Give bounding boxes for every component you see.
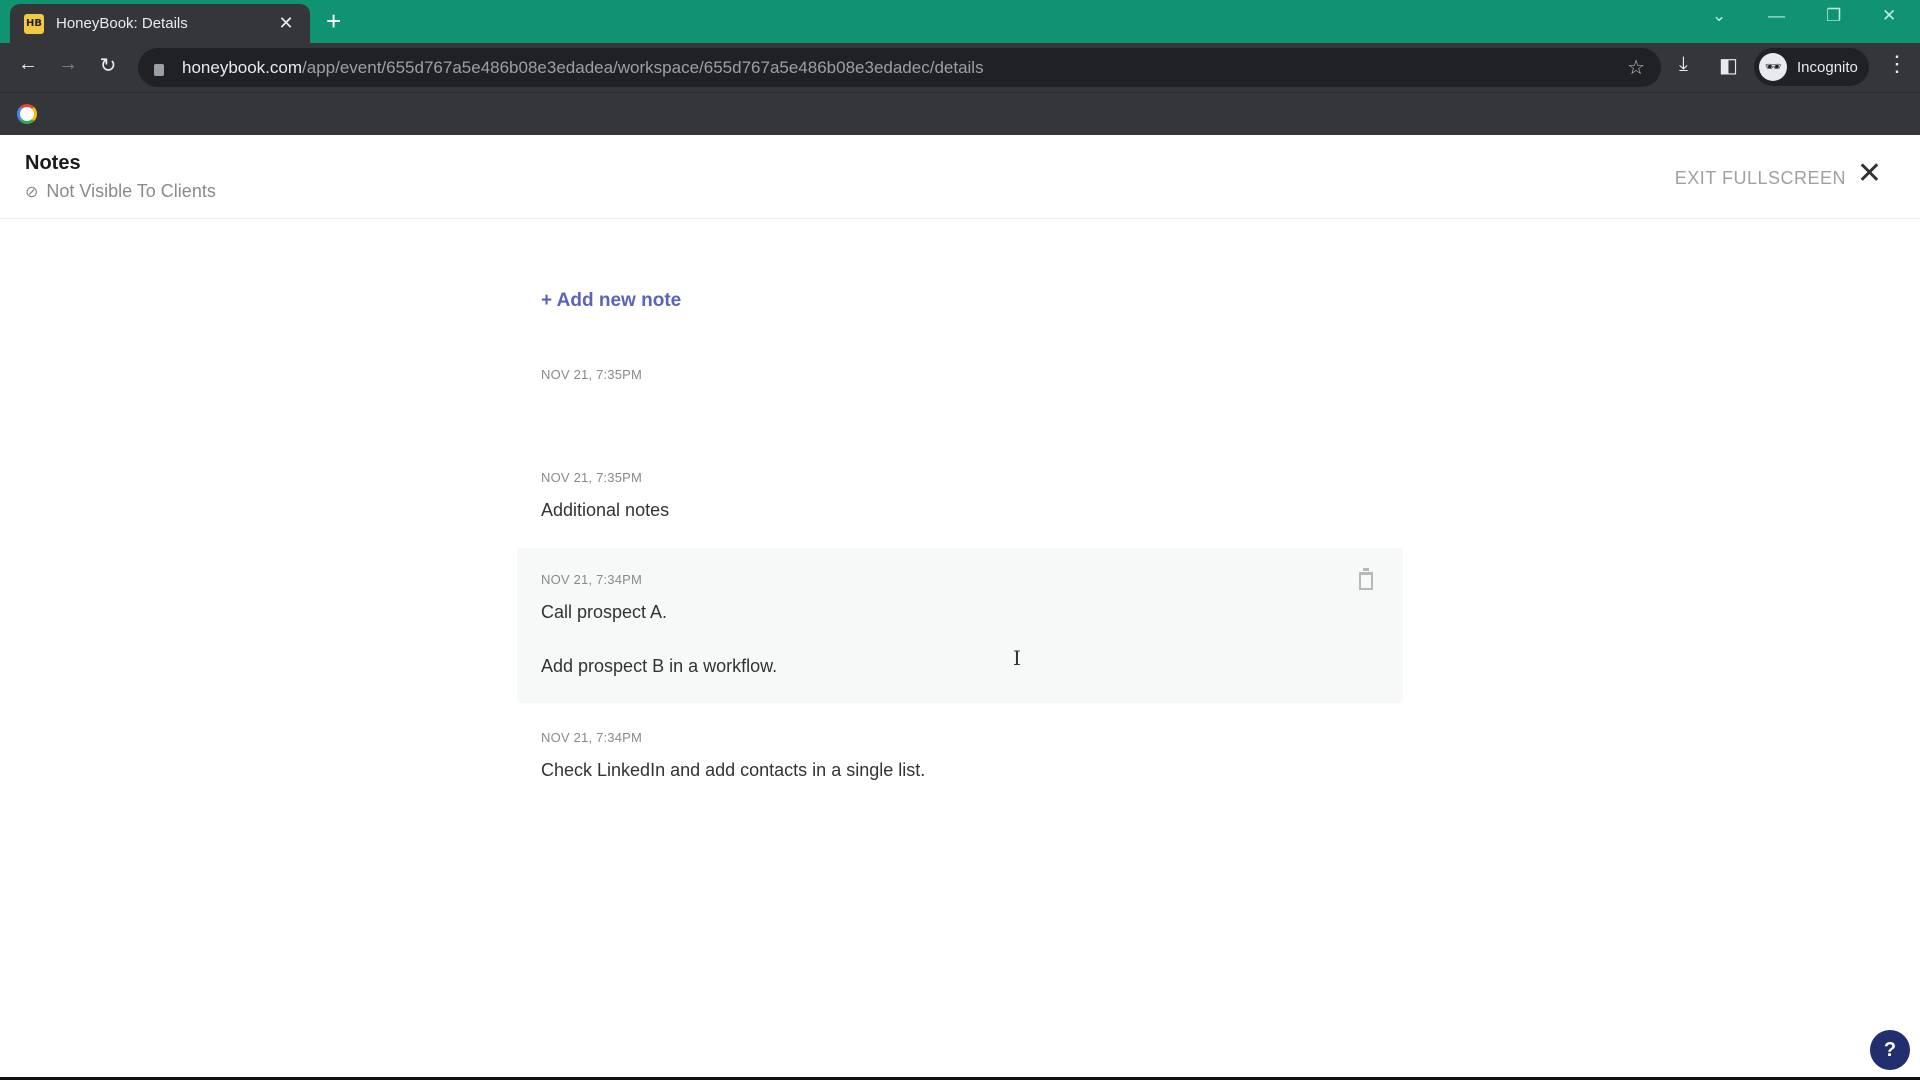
- exit-fullscreen-button[interactable]: EXIT FULLSCREEN: [1675, 168, 1846, 189]
- page-title: Notes: [25, 152, 81, 174]
- note-item[interactable]: NOV 21, 7:35PM: [517, 367, 1403, 394]
- note-date: NOV 21, 7:35PM: [541, 470, 643, 485]
- note-date: NOV 21, 7:34PM: [541, 572, 643, 587]
- note-text[interactable]: Check LinkedIn and add contacts in a sin…: [541, 757, 1379, 784]
- back-arrow-icon[interactable]: ←: [14, 53, 42, 76]
- note-text[interactable]: Call prospect A. Add prospect B in a wor…: [541, 599, 1379, 680]
- bookmarks-bar: [0, 92, 1920, 135]
- incognito-label: Incognito: [1797, 58, 1858, 76]
- url-path: /app/event/655d767a5e486b08e3edadea/work…: [302, 57, 984, 77]
- note-item[interactable]: NOV 21, 7:34PM Call prospect A. Add pros…: [517, 548, 1403, 703]
- address-bar[interactable]: honeybook.com/app/event/655d767a5e486b08…: [138, 48, 1661, 87]
- lock-icon[interactable]: [154, 63, 164, 76]
- window-close-icon[interactable]: ✕: [1882, 6, 1896, 26]
- visibility-status: ⊘ Not Visible To Clients: [25, 181, 216, 202]
- browser-tab[interactable]: HB HoneyBook: Details ✕: [10, 4, 310, 43]
- honeybook-favicon-icon: HB: [24, 13, 44, 34]
- bookmark-star-icon[interactable]: ☆: [1627, 55, 1645, 80]
- close-icon[interactable]: ✕: [1857, 159, 1882, 189]
- incognito-icon: 🕶: [1759, 53, 1787, 81]
- note-text[interactable]: Additional notes: [541, 497, 1379, 524]
- minimize-icon[interactable]: —: [1768, 6, 1785, 26]
- browser-tab-strip: HB HoneyBook: Details ✕ + ⌄ — ❐ ✕: [0, 0, 1920, 43]
- browser-toolbar: ← → ↻ honeybook.com/app/event/655d767a5e…: [0, 43, 1920, 92]
- eye-off-icon: ⊘: [25, 183, 39, 201]
- reload-icon[interactable]: ↻: [94, 53, 122, 78]
- add-new-note-button[interactable]: + Add new note: [541, 290, 681, 312]
- help-button[interactable]: ?: [1870, 1030, 1910, 1070]
- note-item[interactable]: NOV 21, 7:34PM Check LinkedIn and add co…: [517, 730, 1403, 784]
- side-panel-icon[interactable]: ◧: [1719, 53, 1738, 78]
- tab-title: HoneyBook: Details: [56, 15, 188, 32]
- note-item[interactable]: NOV 21, 7:35PM Additional notes: [517, 470, 1403, 524]
- new-tab-plus-icon[interactable]: +: [326, 8, 341, 34]
- url-host: honeybook.com: [182, 57, 303, 77]
- note-date: NOV 21, 7:35PM: [541, 367, 643, 382]
- note-date: NOV 21, 7:34PM: [541, 730, 643, 745]
- tab-close-icon[interactable]: ✕: [276, 13, 296, 34]
- notes-header: Notes ⊘ Not Visible To Clients EXIT FULL…: [0, 135, 1920, 219]
- incognito-profile-button[interactable]: 🕶 Incognito: [1754, 48, 1869, 86]
- tab-search-chevron-icon[interactable]: ⌄: [1712, 6, 1726, 26]
- delete-note-trash-icon[interactable]: [1359, 568, 1373, 590]
- google-bookmark-icon[interactable]: [17, 104, 37, 124]
- text-cursor-icon: I: [1013, 646, 1021, 670]
- forward-arrow-icon[interactable]: →: [54, 53, 82, 76]
- browser-menu-icon[interactable]: ⋮: [1886, 51, 1908, 77]
- download-icon[interactable]: ⤓: [1679, 53, 1688, 76]
- restore-icon[interactable]: ❐: [1826, 6, 1841, 26]
- visibility-label: Not Visible To Clients: [46, 181, 216, 201]
